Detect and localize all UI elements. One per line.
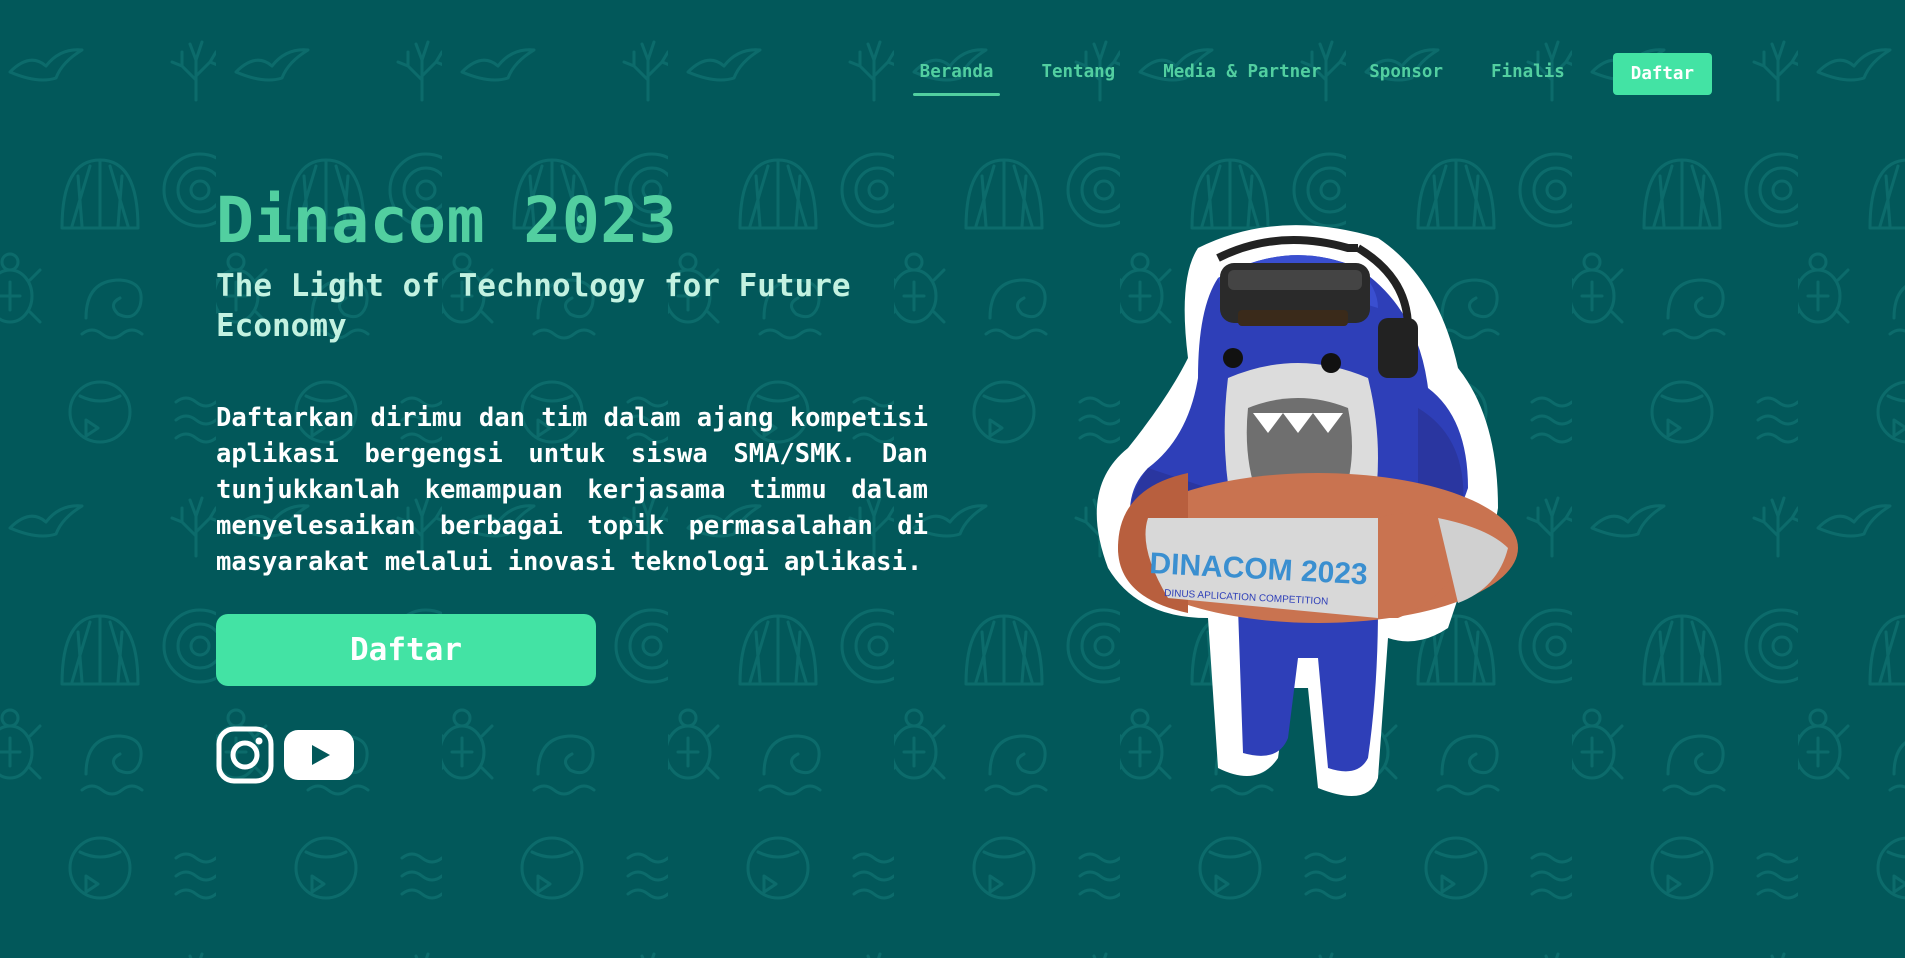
social-links bbox=[216, 726, 928, 788]
nav-media-partner[interactable]: Media & Partner bbox=[1163, 52, 1321, 96]
youtube-icon[interactable] bbox=[284, 730, 354, 784]
register-button[interactable]: Daftar bbox=[216, 614, 596, 686]
hero-description: Daftarkan dirimu dan tim dalam ajang kom… bbox=[216, 403, 928, 577]
nav-beranda[interactable]: Beranda bbox=[912, 52, 1001, 96]
instagram-icon[interactable] bbox=[216, 726, 274, 788]
hero-title: Dinacom 2023 bbox=[216, 184, 678, 257]
hero-subtitle: The Light of Technology for Future Econo… bbox=[216, 268, 851, 344]
top-nav: Beranda Tentang Media & Partner Sponsor … bbox=[912, 52, 1712, 96]
nav-tentang[interactable]: Tentang bbox=[1041, 52, 1115, 96]
nav-finalis[interactable]: Finalis bbox=[1491, 52, 1565, 96]
shark-mascot-illustration: DINACOM 2023 DINUS APLICATION COMPETITIO… bbox=[1096, 225, 1518, 797]
hero-section: Dinacom 2023 The Light of Technology for… bbox=[216, 186, 928, 788]
nav-sponsor[interactable]: Sponsor bbox=[1369, 52, 1443, 96]
nav-daftar-button[interactable]: Daftar bbox=[1612, 53, 1712, 95]
